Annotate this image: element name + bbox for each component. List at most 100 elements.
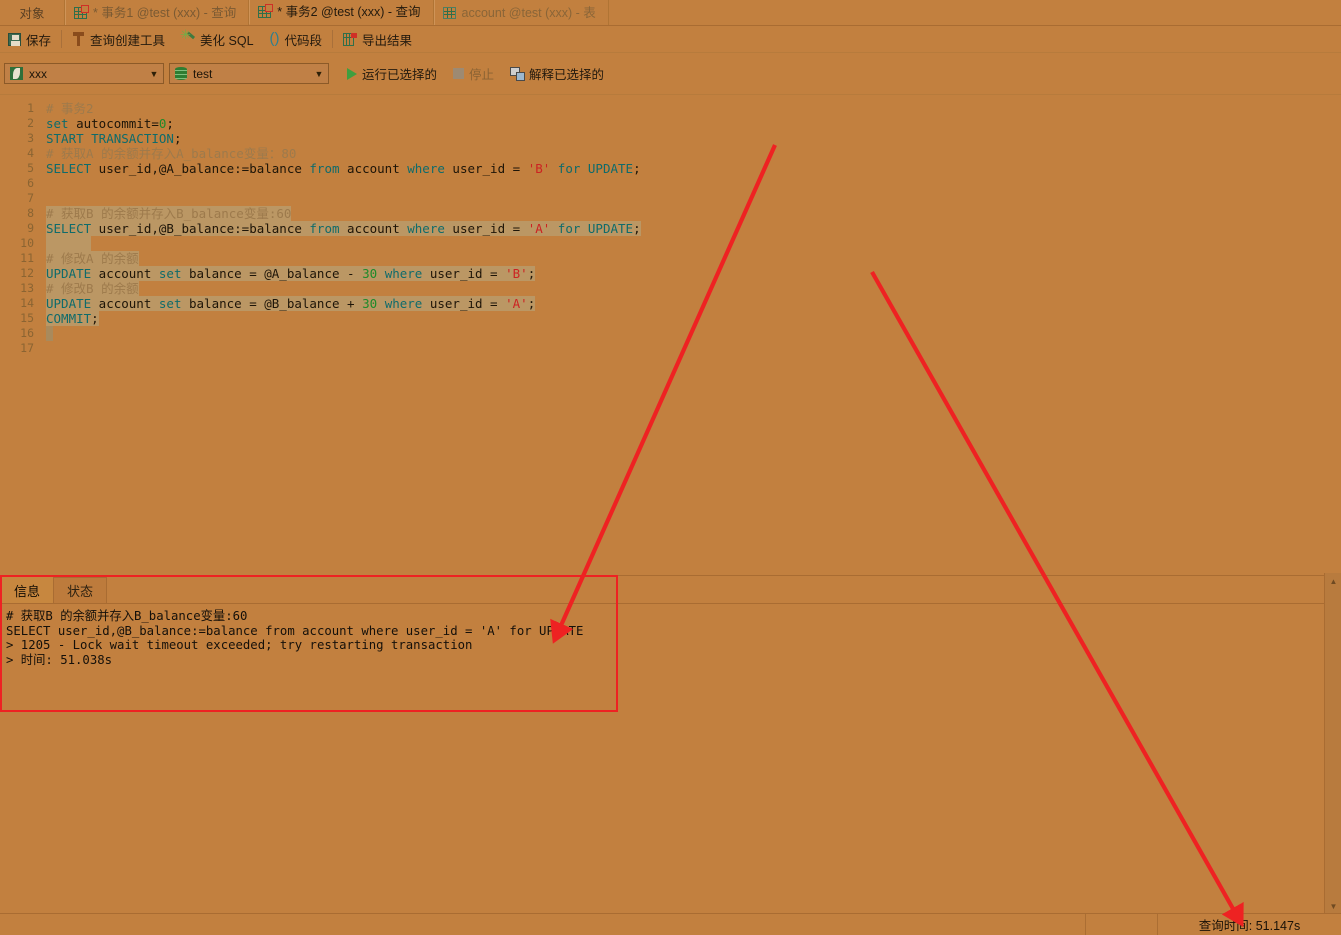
tab-status[interactable]: 状态	[53, 577, 108, 603]
run-selected-label: 运行已选择的	[362, 68, 438, 82]
tab-account-table-label: account @test (xxx) - 表	[461, 5, 596, 20]
line-number: 5	[27, 161, 34, 175]
line-number: 2	[27, 116, 34, 130]
export-icon	[343, 32, 358, 46]
save-button[interactable]: 保存	[0, 27, 59, 51]
code-line-selected: SELECT user_id,@B_balance:=balance from …	[46, 221, 641, 236]
query-builder-button[interactable]: 查询创建工具	[64, 27, 173, 51]
stop-label: 停止	[469, 68, 495, 82]
toolbar-divider	[61, 30, 63, 48]
chevron-down-icon[interactable]: ▼	[145, 69, 163, 79]
sql-code-area[interactable]: # 事务2 set autocommit=0; START TRANSACTIO…	[46, 95, 1341, 573]
line-number: 4	[27, 146, 34, 160]
line-number: 11	[20, 251, 34, 265]
status-cell-left	[0, 914, 1086, 935]
beautify-sql-button[interactable]: 美化 SQL	[173, 27, 262, 51]
dbeaver-like-sql-client-window: 对象 * 事务1 @test (xxx) - 查询 * 事务2 @test (x…	[0, 0, 1341, 935]
snippet-button[interactable]: () 代码段	[262, 27, 331, 51]
tab-messages-label: 信息	[14, 583, 41, 599]
editor-toolbar-primary: 保存 查询创建工具 美化 SQL () 代码段 导出结果	[0, 26, 1341, 53]
line-number: 13	[20, 281, 34, 295]
line-number: 7	[27, 191, 34, 205]
code-line: START TRANSACTION;	[46, 131, 182, 146]
query-builder-icon	[72, 32, 85, 46]
toolbar-divider	[332, 30, 334, 48]
stop-icon	[453, 68, 465, 79]
query-builder-label: 查询创建工具	[90, 33, 166, 48]
snippet-label: 代码段	[284, 33, 323, 48]
result-panel: 信息 状态 # 获取B 的余额并存入B_balance变量:60 SELECT …	[0, 575, 1341, 895]
sql-editor[interactable]: 1 2 3 4 5 6 7 8 9 10 11 12 13 14 15 16 17 # 事务2 set auto…	[0, 95, 1341, 573]
panel-splitter[interactable]	[0, 564, 1341, 574]
database-icon	[175, 67, 187, 80]
beautify-sql-label: 美化 SQL	[200, 33, 254, 48]
line-number: 15	[20, 311, 34, 325]
object-panel-button[interactable]: 对象	[0, 0, 65, 25]
explain-selected-button[interactable]: 解释已选择的	[502, 63, 612, 85]
export-result-button[interactable]: 导出结果	[335, 27, 420, 51]
code-line: # 获取A 的余额并存入A_balance变量：80	[46, 146, 297, 161]
line-number: 14	[20, 296, 34, 310]
editor-tab-bar: 对象 * 事务1 @test (xxx) - 查询 * 事务2 @test (x…	[0, 0, 1341, 26]
scroll-up-icon[interactable]: ▲	[1325, 573, 1341, 590]
connection-value: xxx	[29, 66, 47, 81]
code-line-selected	[46, 236, 1341, 251]
line-number: 3	[27, 131, 34, 145]
line-number: 17	[20, 341, 34, 355]
play-icon	[347, 67, 357, 80]
code-line-selected: UPDATE account set balance = @A_balance …	[46, 266, 536, 281]
code-line-selected: # 获取B 的余额并存入B_balance变量:60	[46, 206, 292, 221]
code-line-selected: UPDATE account set balance = @B_balance …	[46, 296, 536, 311]
tab-messages[interactable]: 信息	[0, 576, 55, 603]
tab-account-table[interactable]: account @test (xxx) - 表	[433, 0, 609, 25]
line-number: 1	[27, 101, 34, 115]
save-icon	[8, 32, 21, 46]
line-number-gutter: 1 2 3 4 5 6 7 8 9 10 11 12 13 14 15 16 17	[0, 95, 40, 573]
status-query-time: 查询时间: 51.147s	[1158, 914, 1341, 935]
export-result-label: 导出结果	[362, 33, 413, 48]
code-line: # 事务2	[46, 101, 94, 116]
code-line: SELECT user_id,@A_balance:=balance from …	[46, 161, 641, 176]
object-panel-label: 对象	[19, 7, 45, 21]
tab-transaction-2[interactable]: * 事务2 @test (xxx) - 查询	[249, 0, 434, 25]
status-cell-middle	[1086, 914, 1158, 935]
line-number: 16	[20, 326, 34, 340]
tab-transaction-2-label: * 事务2 @test (xxx) - 查询	[277, 5, 421, 19]
result-tab-bar: 信息 状态	[0, 576, 1341, 604]
run-selected-button[interactable]: 运行已选择的	[339, 63, 445, 85]
code-line-selected: # 修改B 的余额	[46, 281, 139, 296]
tab-transaction-1[interactable]: * 事务1 @test (xxx) - 查询	[65, 0, 250, 25]
result-vertical-scrollbar[interactable]: ▲ ▼	[1324, 573, 1341, 915]
save-label: 保存	[26, 33, 52, 48]
magic-wand-icon	[180, 28, 195, 46]
database-value: test	[193, 66, 213, 81]
tab-transaction-1-label: * 事务1 @test (xxx) - 查询	[93, 5, 237, 20]
explain-selected-label: 解释已选择的	[529, 68, 605, 82]
table-grid-icon	[442, 6, 457, 20]
line-number: 6	[27, 176, 34, 190]
explain-plan-icon	[510, 67, 526, 81]
line-number: 8	[27, 206, 34, 220]
connection-icon	[10, 67, 23, 80]
chevron-down-icon[interactable]: ▼	[310, 69, 328, 79]
database-select[interactable]: test ▼	[169, 63, 329, 84]
stop-button: 停止	[445, 63, 502, 85]
line-number: 10	[20, 236, 34, 250]
code-line-selected: COMMIT;	[46, 311, 99, 326]
line-number: 9	[27, 221, 34, 235]
code-line-selected	[46, 326, 1341, 341]
result-message-text[interactable]: # 获取B 的余额并存入B_balance变量:60 SELECT user_i…	[0, 604, 1341, 895]
query-grid-icon	[258, 4, 274, 19]
query-time-label: 查询时间: 51.147s	[1198, 919, 1301, 933]
status-bar: 查询时间: 51.147s	[0, 913, 1341, 935]
code-line-selected: # 修改A 的余额	[46, 251, 139, 266]
query-grid-icon	[74, 4, 89, 20]
connection-select[interactable]: xxx ▼	[4, 63, 164, 84]
parentheses-icon: ()	[269, 30, 280, 47]
editor-toolbar-secondary: xxx ▼ test ▼ 运行已选择的 停止 解释已选择的	[0, 53, 1341, 95]
tab-status-label: 状态	[67, 584, 94, 599]
code-line: set autocommit=0;	[46, 116, 174, 131]
